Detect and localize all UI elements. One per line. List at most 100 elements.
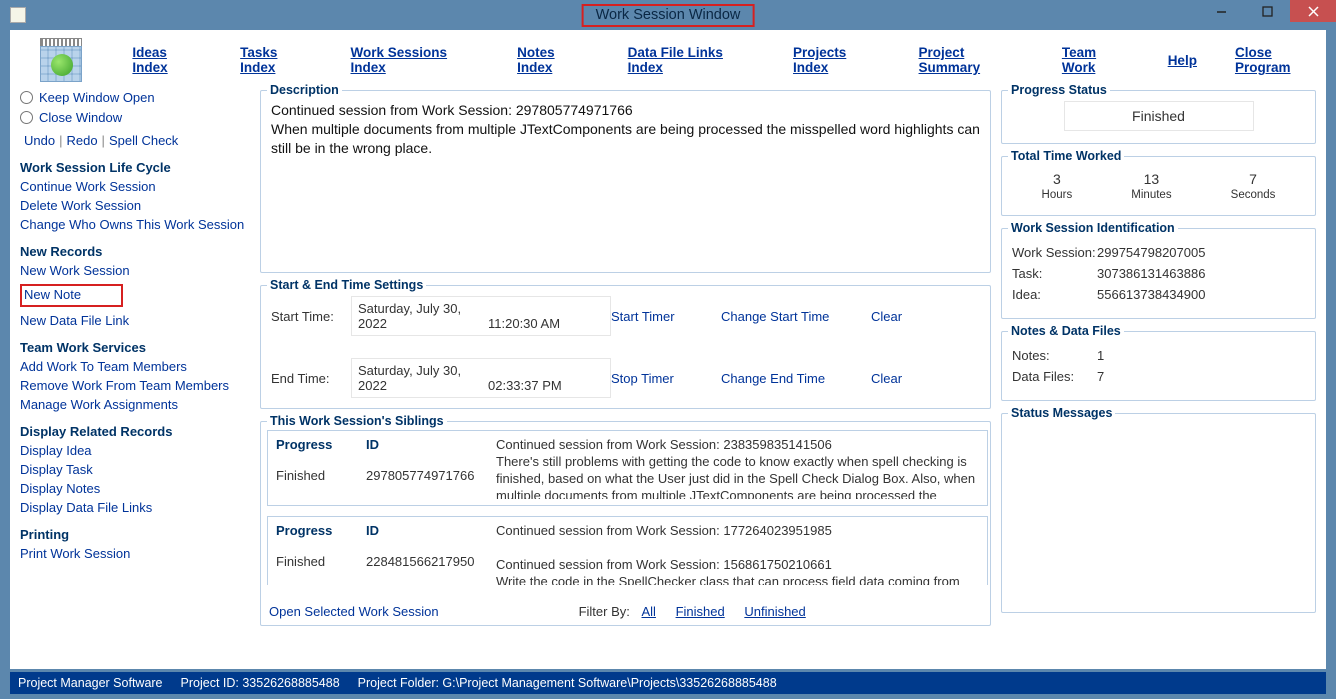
close-button[interactable]	[1290, 0, 1336, 22]
new-work-session-link[interactable]: New Work Session	[20, 263, 250, 278]
spell-check-link[interactable]: Spell Check	[105, 133, 182, 148]
hours-label: Hours	[1042, 189, 1073, 201]
description-text[interactable]: Continued session from Work Session: 297…	[271, 101, 980, 158]
sibling-id-value: 228481566217950	[366, 554, 496, 585]
notes-datafiles-legend: Notes & Data Files	[1008, 324, 1124, 338]
statusbar: Project Manager Software Project ID: 335…	[10, 672, 1326, 694]
open-selected-work-session-link[interactable]: Open Selected Work Session	[269, 604, 439, 619]
new-note-link[interactable]: New Note	[24, 287, 81, 302]
sibling-id-header: ID	[366, 437, 496, 468]
close-window-radio[interactable]	[20, 111, 33, 124]
display-related-heading: Display Related Records	[20, 424, 250, 439]
display-task-link[interactable]: Display Task	[20, 462, 250, 477]
time-settings-legend: Start & End Time Settings	[267, 278, 426, 292]
clear-start-link[interactable]: Clear	[871, 309, 921, 324]
menu-notes-index[interactable]: Notes Index	[517, 45, 590, 75]
maximize-button[interactable]	[1244, 0, 1290, 22]
hours-value: 3	[1042, 171, 1073, 187]
menu-ideas-index[interactable]: Ideas Index	[132, 45, 202, 75]
status-messages-legend: Status Messages	[1008, 406, 1115, 420]
new-records-heading: New Records	[20, 244, 250, 259]
siblings-list[interactable]: Progress ID Continued session from Work …	[261, 428, 990, 585]
task-id-label: Task:	[1012, 266, 1097, 281]
minutes-value: 13	[1131, 171, 1171, 187]
notes-count-label: Notes:	[1012, 348, 1097, 363]
sibling-description: Continued session from Work Session: 177…	[496, 523, 979, 585]
siblings-legend: This Work Session's Siblings	[267, 414, 447, 428]
datafiles-count-label: Data Files:	[1012, 369, 1097, 384]
status-app-name: Project Manager Software	[18, 676, 163, 690]
ws-identification-legend: Work Session Identification	[1008, 221, 1178, 235]
task-id-value: 307386131463886	[1097, 266, 1205, 281]
change-end-time-link[interactable]: Change End Time	[721, 371, 871, 386]
seconds-value: 7	[1231, 171, 1276, 187]
keep-window-open-label: Keep Window Open	[39, 90, 155, 105]
status-project-folder: Project Folder: G:\Project Management So…	[358, 676, 777, 690]
notes-count-value: 1	[1097, 348, 1104, 363]
progress-status-value: Finished	[1064, 101, 1254, 131]
menu-work-sessions-index[interactable]: Work Sessions Index	[351, 45, 480, 75]
minimize-button[interactable]	[1198, 0, 1244, 22]
sibling-progress-header: Progress	[276, 523, 366, 554]
ws-id-label: Work Session:	[1012, 245, 1097, 260]
menu-close-program[interactable]: Close Program	[1235, 45, 1326, 75]
add-work-link[interactable]: Add Work To Team Members	[20, 359, 250, 374]
redo-link[interactable]: Redo	[62, 133, 101, 148]
keep-window-open-radio[interactable]	[20, 91, 33, 104]
end-time-label: End Time:	[271, 371, 351, 386]
menu-data-file-links-index[interactable]: Data File Links Index	[628, 45, 755, 75]
start-time-label: Start Time:	[271, 309, 351, 324]
titlebar: Work Session Window	[0, 0, 1336, 30]
ws-id-value: 299754798207005	[1097, 245, 1205, 260]
seconds-label: Seconds	[1231, 189, 1276, 201]
new-data-file-link[interactable]: New Data File Link	[20, 313, 250, 328]
sibling-item[interactable]: Progress ID Continued session from Work …	[267, 516, 988, 585]
team-work-heading: Team Work Services	[20, 340, 250, 355]
minutes-label: Minutes	[1131, 189, 1171, 201]
description-legend: Description	[267, 83, 342, 97]
display-idea-link[interactable]: Display Idea	[20, 443, 250, 458]
filter-finished-link[interactable]: Finished	[676, 604, 725, 619]
filter-all-link[interactable]: All	[642, 604, 656, 619]
datafiles-count-value: 7	[1097, 369, 1104, 384]
idea-id-value: 556613738434900	[1097, 287, 1205, 302]
menu-project-summary[interactable]: Project Summary	[919, 45, 1024, 75]
filter-unfinished-link[interactable]: Unfinished	[744, 604, 805, 619]
continue-work-session-link[interactable]: Continue Work Session	[20, 179, 250, 194]
printing-heading: Printing	[20, 527, 250, 542]
sibling-progress-header: Progress	[276, 437, 366, 468]
undo-link[interactable]: Undo	[20, 133, 59, 148]
display-notes-link[interactable]: Display Notes	[20, 481, 250, 496]
main-menu: Ideas Index Tasks Index Work Sessions In…	[132, 45, 1326, 75]
life-cycle-heading: Work Session Life Cycle	[20, 160, 250, 175]
app-logo	[40, 38, 82, 82]
manage-work-link[interactable]: Manage Work Assignments	[20, 397, 250, 412]
sibling-item[interactable]: Progress ID Continued session from Work …	[267, 430, 988, 506]
menu-tasks-index[interactable]: Tasks Index	[240, 45, 312, 75]
sibling-id-header: ID	[366, 523, 496, 554]
delete-work-session-link[interactable]: Delete Work Session	[20, 198, 250, 213]
start-timer-link[interactable]: Start Timer	[611, 309, 721, 324]
menu-projects-index[interactable]: Projects Index	[793, 45, 881, 75]
clear-end-link[interactable]: Clear	[871, 371, 921, 386]
status-project-id: Project ID: 33526268885488	[181, 676, 340, 690]
change-start-time-link[interactable]: Change Start Time	[721, 309, 871, 324]
close-window-label: Close Window	[39, 110, 122, 125]
sibling-progress-value: Finished	[276, 468, 366, 499]
filter-by-label: Filter By:	[579, 604, 630, 619]
print-work-session-link[interactable]: Print Work Session	[20, 546, 250, 561]
change-owner-link[interactable]: Change Who Owns This Work Session	[20, 217, 250, 232]
end-time-value[interactable]: Saturday, July 30, 202202:33:37 PM	[351, 358, 611, 398]
progress-status-legend: Progress Status	[1008, 83, 1110, 97]
idea-id-label: Idea:	[1012, 287, 1097, 302]
menu-help[interactable]: Help	[1168, 53, 1197, 68]
sibling-progress-value: Finished	[276, 554, 366, 585]
start-time-value[interactable]: Saturday, July 30, 202211:20:30 AM	[351, 296, 611, 336]
total-time-worked-legend: Total Time Worked	[1008, 149, 1124, 163]
display-data-file-links-link[interactable]: Display Data File Links	[20, 500, 250, 515]
menu-team-work[interactable]: Team Work	[1062, 45, 1130, 75]
remove-work-link[interactable]: Remove Work From Team Members	[20, 378, 250, 393]
stop-timer-link[interactable]: Stop Timer	[611, 371, 721, 386]
app-icon	[10, 7, 26, 23]
sibling-description: Continued session from Work Session: 238…	[496, 437, 979, 499]
